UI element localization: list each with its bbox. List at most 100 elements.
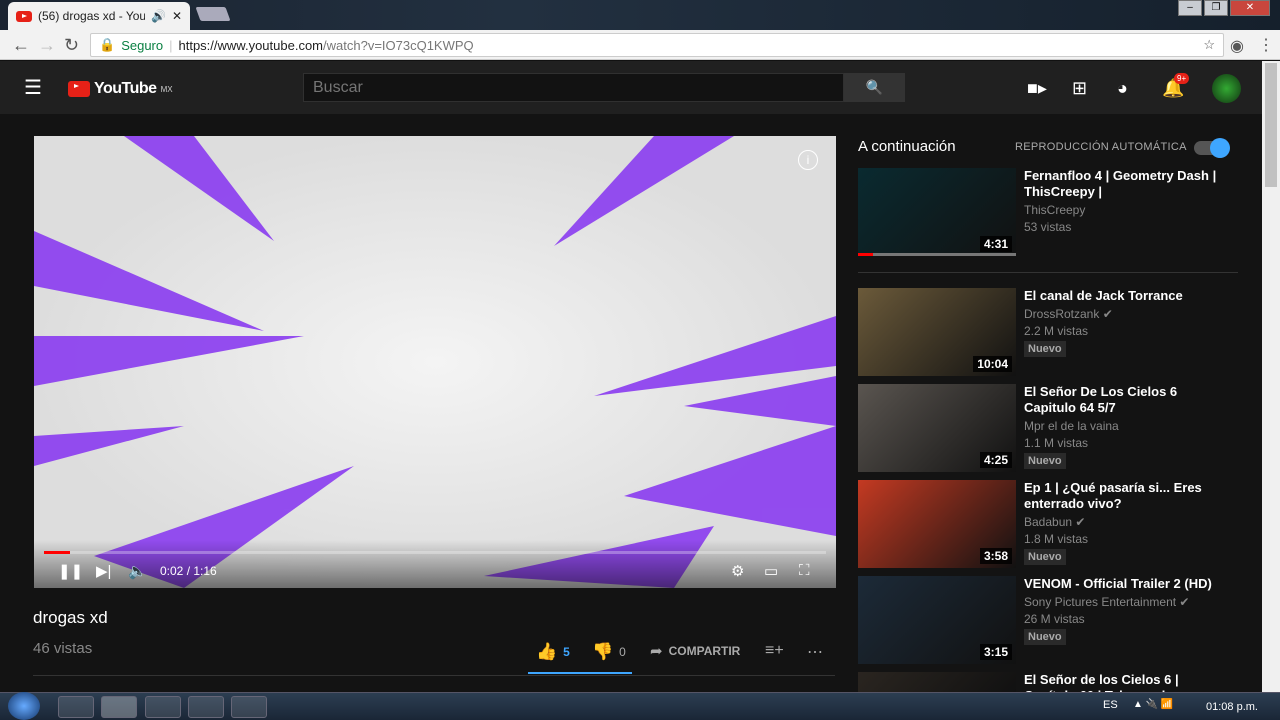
theater-mode-icon[interactable]: ▭ [764, 562, 778, 580]
share-arrow-icon: ➦ [650, 643, 663, 660]
player-controls [34, 540, 836, 588]
dislike-count: 0 [619, 645, 626, 659]
thumbs-up-icon: 👍 [536, 642, 558, 661]
back-icon[interactable]: ← [12, 35, 30, 56]
forward-icon[interactable]: → [38, 35, 56, 56]
start-button[interactable] [8, 692, 40, 720]
next-icon[interactable]: ▶| [96, 562, 111, 580]
taskbar-app[interactable] [145, 696, 181, 718]
region-label: MX [160, 84, 173, 94]
fullscreen-icon[interactable]: ⛶ [799, 562, 810, 579]
video-title[interactable]: El canal de Jack Torrance [1024, 288, 1224, 304]
video-title[interactable]: Fernanfloo 4 | Geometry Dash | ThisCreep… [1024, 168, 1224, 200]
apps-grid-icon[interactable]: ⊞ [1072, 78, 1087, 99]
taskbar-chrome[interactable] [101, 696, 137, 718]
search-icon: 🔍 [865, 79, 884, 95]
time-display: 0:02 / 1:16 [160, 564, 217, 578]
avatar[interactable] [1212, 74, 1241, 103]
view-count: 53 vistas [1024, 220, 1072, 234]
duration-badge: 4:31 [979, 236, 1012, 252]
logo-text: YouTube [94, 80, 157, 97]
divider [858, 272, 1238, 273]
channel-name: Sony Pictures Entertainment ✔ [1024, 595, 1190, 609]
autoplay-label: REPRODUCCIÓN AUTOMÁTICA [1015, 141, 1187, 153]
browser-tab[interactable]: (56) drogas xd - YouT 🔊 ✕ [8, 2, 190, 30]
messages-icon[interactable]: ◕ [1117, 78, 1128, 99]
tray-icons[interactable]: ▲ 🔌 📶 [1133, 699, 1173, 710]
language-indicator[interactable]: ES [1103, 699, 1118, 711]
channel-name: Mpr el de la vaina [1024, 419, 1119, 433]
close-tab-icon[interactable]: ✕ [172, 9, 182, 23]
search-input[interactable] [303, 73, 844, 102]
url-path: /watch?v=IO73cQ1KWPQ [323, 37, 474, 53]
video-player[interactable]: i [34, 136, 836, 588]
duration-badge: 10:04 [973, 356, 1012, 372]
video-title[interactable]: El Señor De Los Cielos 6 Capitulo 64 5/7 [1024, 384, 1224, 416]
volume-icon[interactable]: 🔈 [128, 562, 147, 580]
dislike-button[interactable]: 👎 0 [592, 642, 626, 662]
search-button[interactable]: 🔍 [844, 73, 905, 102]
video-title[interactable]: VENOM - Official Trailer 2 (HD) [1024, 576, 1224, 592]
up-next-item[interactable]: 3:58 Ep 1 | ¿Qué pasaría si... Eres enter… [858, 480, 1238, 570]
duration-badge: 4:25 [979, 452, 1012, 468]
autoplay-toggle[interactable] [1194, 138, 1230, 158]
add-to-playlist-icon[interactable]: ≡+ [765, 642, 784, 660]
reload-icon[interactable]: ↻ [64, 35, 79, 56]
video-thumbnail[interactable]: 4:31 [858, 168, 1016, 256]
up-next-item[interactable]: 4:25 El Señor De Los Cielos 6 Capitulo 64… [858, 384, 1238, 474]
bookmark-star-icon[interactable]: ☆ [1203, 37, 1215, 53]
up-next-item[interactable]: 4:31 Fernanfloo 4 | Geometry Dash | ThisC… [858, 168, 1238, 258]
youtube-logo[interactable]: YouTube MX [68, 80, 173, 98]
view-count: 1.8 M vistas [1024, 532, 1089, 546]
chrome-menu-icon[interactable]: ⋮ [1258, 35, 1274, 55]
taskbar-explorer[interactable] [58, 696, 94, 718]
info-icon[interactable]: i [798, 150, 818, 170]
view-count: 1.1 M vistas [1024, 436, 1089, 450]
lock-icon: 🔒 [99, 37, 116, 52]
youtube-logo-icon [68, 81, 90, 97]
notification-badge: 9+ [1174, 73, 1190, 84]
pause-icon[interactable]: ❚❚ [58, 562, 83, 580]
new-tab-button[interactable] [195, 7, 231, 21]
watched-progress [858, 253, 873, 256]
like-count: 5 [563, 645, 570, 659]
maximize-button[interactable]: ❐ [1204, 0, 1228, 16]
share-button[interactable]: ➦ COMPARTIR [650, 642, 740, 660]
view-count: 46 vistas [33, 640, 93, 657]
up-next-item[interactable]: 10:04 El canal de Jack Torrance DrossRotza… [858, 288, 1238, 378]
settings-gear-icon[interactable]: ⚙ [731, 562, 744, 580]
video-frame [34, 136, 836, 588]
progress-bar[interactable] [44, 551, 826, 554]
view-count: 26 M vistas [1024, 612, 1085, 626]
minimize-button[interactable]: – [1178, 0, 1202, 16]
speaker-icon: 🔊 [150, 9, 166, 23]
close-window-button[interactable]: ✕ [1230, 0, 1270, 16]
up-next-item[interactable]: El Señor de los Cielos 6 | Capítulo 60 |… [858, 672, 1238, 703]
hamburger-menu-icon[interactable]: ☰ [24, 75, 42, 100]
window-controls: – ❐ ✕ [1178, 0, 1270, 16]
url-input[interactable]: 🔒 Seguro | https://www.youtube.com/watch… [90, 33, 1224, 57]
like-button[interactable]: 👍 5 [536, 642, 570, 662]
clock[interactable]: 01:08 p.m. [1206, 701, 1258, 713]
divider [33, 675, 835, 676]
view-count: 2.2 M vistas [1024, 324, 1089, 338]
new-badge: Nuevo [1024, 341, 1066, 357]
like-ratio-bar [528, 672, 632, 674]
url-host: https://www.youtube.com [178, 37, 324, 53]
video-title[interactable]: Ep 1 | ¿Qué pasaría si... Eres enterrado… [1024, 480, 1224, 512]
more-actions-icon[interactable]: ⋯ [807, 642, 823, 662]
channel-name: Badabun ✔ [1024, 515, 1086, 529]
up-next-item[interactable]: 3:15 VENOM - Official Trailer 2 (HD) Sony … [858, 576, 1238, 666]
extension-icon[interactable]: ◉ [1230, 36, 1244, 56]
video-thumbnail[interactable]: 10:04 [858, 288, 1016, 376]
channel-name: ThisCreepy [1024, 203, 1086, 217]
taskbar-app[interactable] [188, 696, 224, 718]
scrollbar-thumb[interactable] [1265, 63, 1277, 187]
video-thumbnail[interactable]: 4:25 [858, 384, 1016, 472]
duration-badge: 3:15 [979, 644, 1012, 660]
video-thumbnail[interactable]: 3:58 [858, 480, 1016, 568]
video-thumbnail[interactable]: 3:15 [858, 576, 1016, 664]
create-video-icon[interactable]: ■▸ [1027, 78, 1047, 99]
video-thumbnail[interactable] [858, 672, 1016, 692]
taskbar-recorder[interactable] [231, 696, 267, 718]
